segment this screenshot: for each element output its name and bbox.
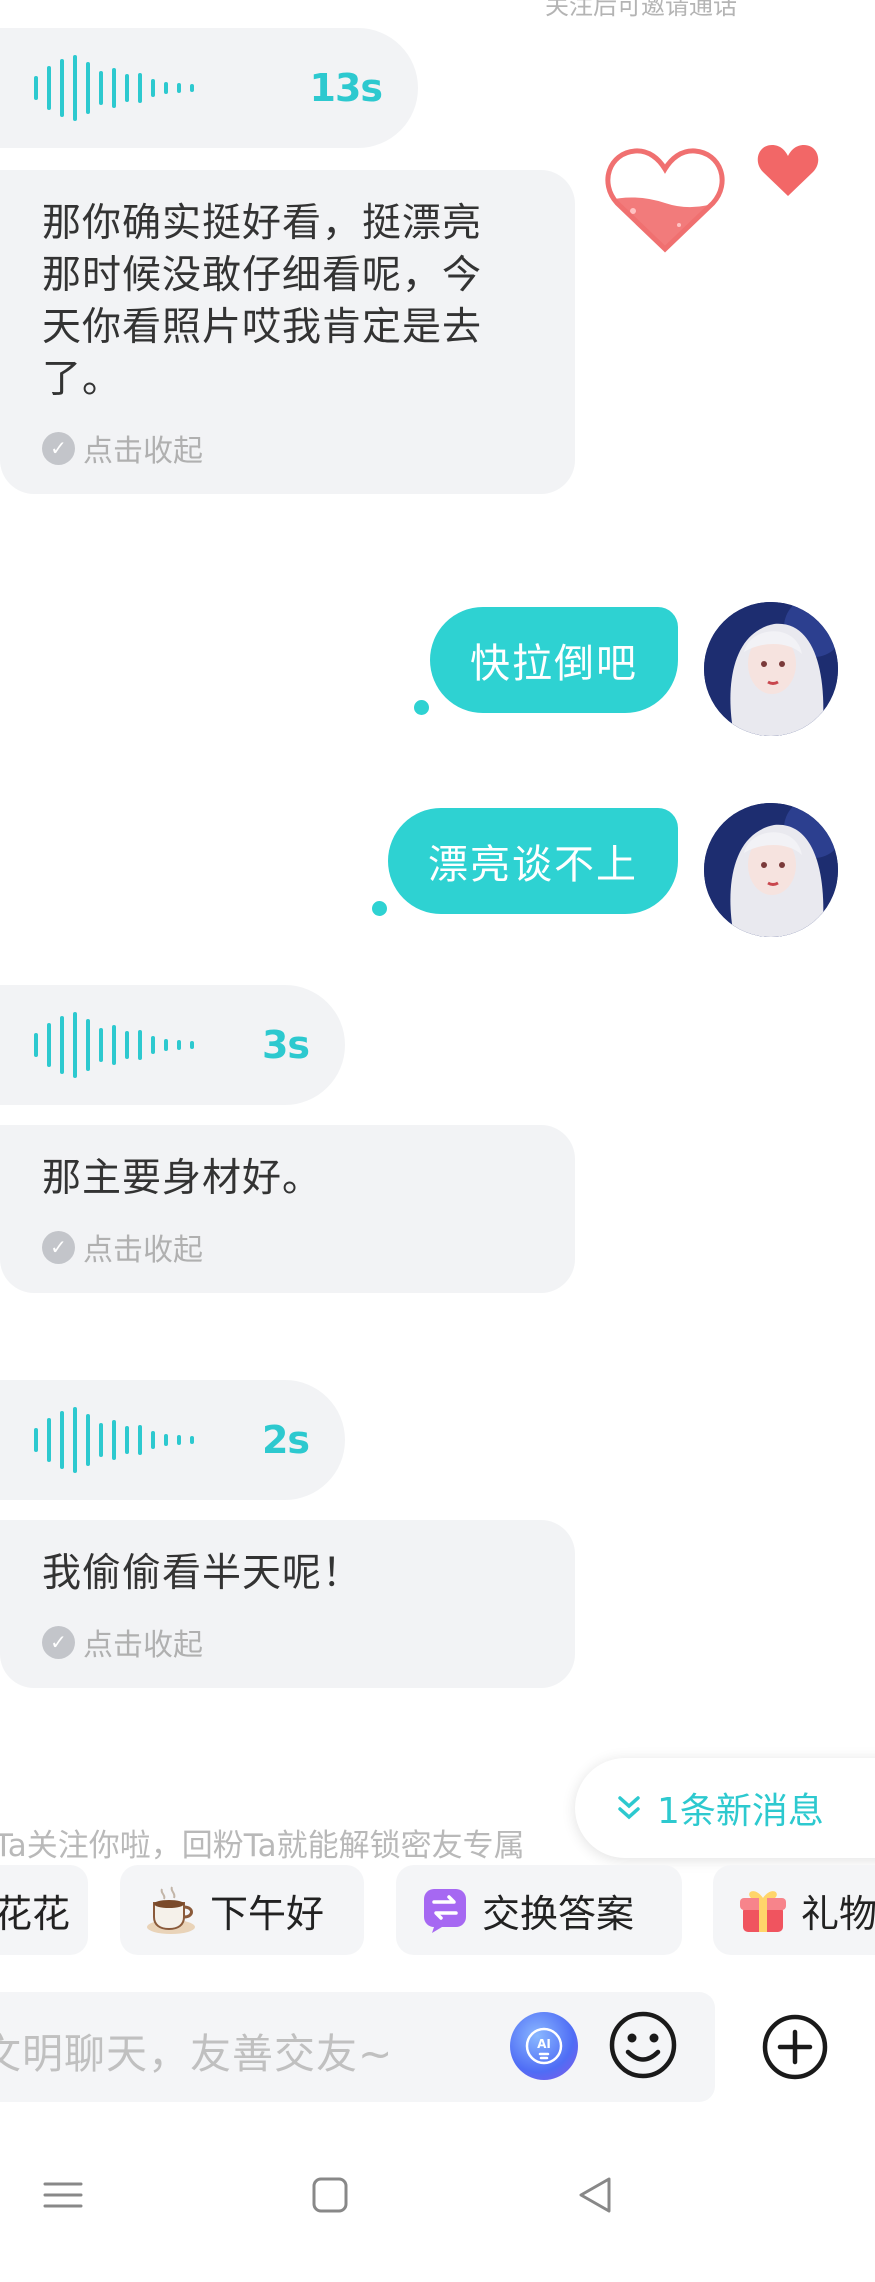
quick-reply-flower[interactable]: 花花 — [0, 1865, 88, 1955]
quick-reply-label: 花花 — [0, 1891, 71, 1936]
check-circle-icon: ✓ — [42, 431, 75, 465]
waveform-icon — [34, 1405, 194, 1475]
ai-assistant-button[interactable]: AI — [510, 2012, 578, 2080]
avatar[interactable] — [704, 803, 838, 937]
collapse-label: 点击收起 — [83, 1233, 203, 1268]
incoming-transcript-bubble[interactable]: 那你确实挺好看，挺漂亮那时候没敢仔细看呢，今天你看照片哎我肯定是去了。 ✓ 点击… — [0, 170, 575, 494]
unread-dot — [372, 901, 387, 916]
menu-icon[interactable] — [43, 2175, 83, 2215]
voice-message[interactable]: 2s — [0, 1380, 345, 1500]
message-text: 那主要身材好。 — [42, 1156, 323, 1201]
collapse-toggle[interactable]: ✓ 点击收起 — [42, 1225, 539, 1269]
collapse-label: 点击收起 — [83, 1628, 203, 1663]
chat-screen: 关注后可邀请通话 13s 那你确实挺好看，挺漂亮那时候没敢仔细看呢，今天你看照片… — [0, 0, 875, 2282]
system-navigation-bar — [0, 2175, 875, 2255]
quick-reply-exchange[interactable]: 交换答案 — [396, 1865, 682, 1955]
unread-dot — [414, 700, 429, 715]
plus-circle-icon[interactable] — [760, 2012, 830, 2082]
message-text: 那你确实挺好看，挺漂亮那时候没敢仔细看呢，今天你看照片哎我肯定是去了。 — [42, 201, 483, 402]
heart-jar-icon[interactable] — [605, 145, 725, 257]
voice-duration: 2s — [261, 1418, 310, 1462]
quick-reply-gift[interactable]: 礼物 — [713, 1865, 875, 1955]
quick-reply-afternoon[interactable]: 下午好 — [120, 1865, 364, 1955]
ai-icon: AI — [525, 2027, 563, 2065]
message-input-placeholder: 文明聊天，友善交友~ — [0, 2030, 394, 2078]
waveform-icon — [34, 53, 194, 123]
gift-icon — [740, 1891, 786, 1932]
follow-back-notice[interactable]: Ta关注你啦，回粉Ta就能解锁密友专属 — [0, 1820, 525, 1865]
check-circle-icon: ✓ — [42, 1230, 75, 1264]
voice-duration: 3s — [261, 1023, 310, 1067]
home-square-icon[interactable] — [310, 2175, 350, 2215]
outgoing-message-bubble[interactable]: 快拉倒吧 — [430, 607, 678, 713]
collapse-toggle[interactable]: ✓ 点击收起 — [42, 426, 539, 470]
swap-icon — [424, 1889, 466, 1933]
new-messages-button[interactable]: 1条新消息 — [575, 1758, 875, 1858]
voice-message[interactable]: 3s — [0, 985, 345, 1105]
back-triangle-icon[interactable] — [575, 2175, 615, 2215]
outgoing-message-bubble[interactable]: 漂亮谈不上 — [388, 808, 678, 914]
check-circle-icon: ✓ — [42, 1625, 75, 1659]
svg-text:AI: AI — [537, 2037, 551, 2051]
emoji-icon[interactable] — [607, 2009, 679, 2081]
voice-message[interactable]: 13s — [0, 28, 418, 148]
waveform-icon — [34, 1010, 194, 1080]
message-text: 我偷偷看半天呢！ — [42, 1551, 363, 1596]
new-messages-label: 1条新消息 — [657, 1791, 824, 1832]
incoming-transcript-bubble[interactable]: 那主要身材好。 ✓ 点击收起 — [0, 1125, 575, 1293]
avatar[interactable] — [704, 602, 838, 736]
incoming-transcript-bubble[interactable]: 我偷偷看半天呢！ ✓ 点击收起 — [0, 1520, 575, 1688]
message-input[interactable]: 文明聊天，友善交友~ AI — [0, 1992, 715, 2102]
chevron-double-down-icon — [618, 1796, 640, 1820]
call-invite-hint: 关注后可邀请通话 — [545, 0, 737, 20]
coffee-icon — [147, 1886, 195, 1934]
voice-duration: 13s — [309, 66, 383, 110]
quick-reply-label: 交换答案 — [482, 1891, 635, 1936]
collapse-label: 点击收起 — [83, 434, 203, 469]
quick-reply-bar: 花花 下午好 交换答案 礼物 — [0, 1865, 875, 1955]
collapse-toggle[interactable]: ✓ 点击收起 — [42, 1620, 539, 1664]
quick-reply-label: 礼物 — [801, 1891, 875, 1936]
quick-reply-label: 下午好 — [210, 1891, 325, 1936]
heart-icon[interactable] — [757, 142, 819, 198]
